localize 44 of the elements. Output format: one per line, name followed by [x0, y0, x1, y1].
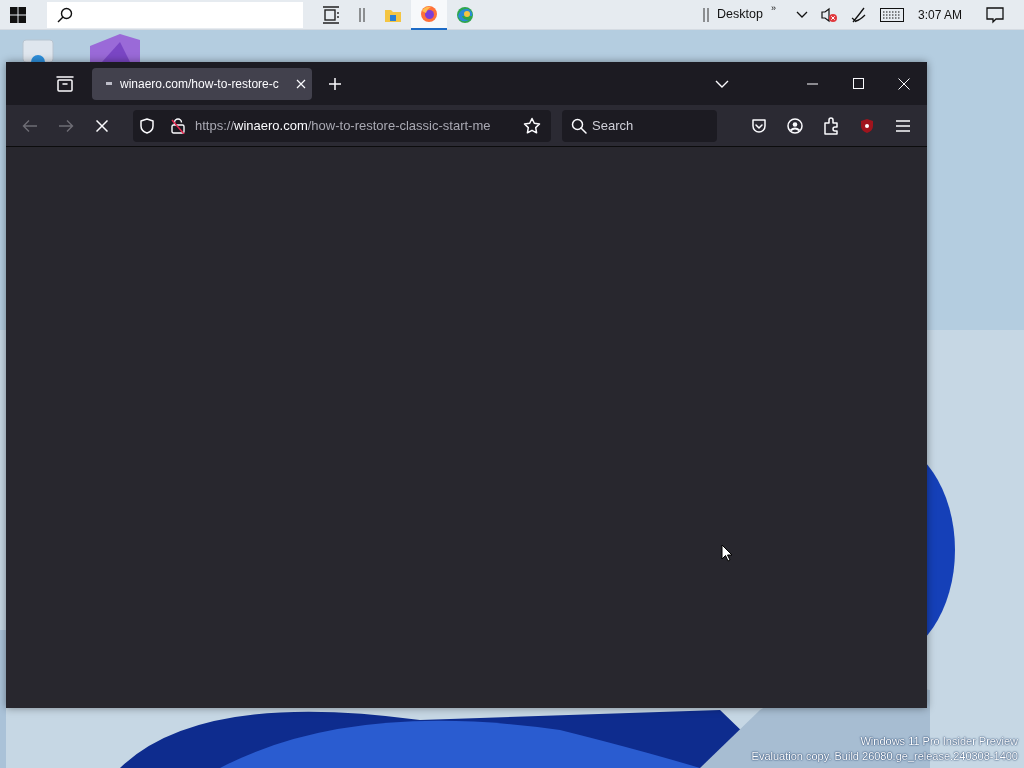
- menu-icon: [895, 119, 911, 132]
- visual-studio-icon[interactable]: [90, 34, 140, 62]
- pen-icon: [849, 5, 868, 24]
- shield-icon[interactable]: [139, 117, 155, 134]
- arrow-right-icon: [58, 118, 74, 133]
- task-view-icon[interactable]: [322, 5, 340, 24]
- tab-title: winaero.com/how-to-restore-c: [120, 75, 280, 93]
- minimize-icon: [806, 82, 818, 85]
- plus-icon: [328, 76, 342, 91]
- windows-logo-icon: [10, 6, 26, 23]
- broken-lock-icon[interactable]: [171, 117, 185, 134]
- toolbar-label[interactable]: Desktop: [717, 5, 763, 24]
- clock-text[interactable]: 3:07 AM: [917, 5, 962, 24]
- keyboard-icon: [879, 7, 904, 22]
- search-field[interactable]: Search: [562, 109, 717, 142]
- toolbar-grip-icon: [703, 7, 710, 22]
- close-icon: [898, 77, 910, 90]
- close-icon[interactable]: [296, 78, 306, 89]
- star-icon: [523, 116, 541, 135]
- pocket-icon: [751, 117, 767, 134]
- puzzle-icon: [823, 116, 839, 135]
- chevron-down-icon: [715, 79, 729, 88]
- speaker-icon: [819, 6, 838, 23]
- address-text: https://winaero.com/how-to-restore-classic-start-me: [195, 116, 492, 135]
- browser-tab[interactable]: winaero.com/how-to-restore-c: [92, 67, 312, 100]
- mouse-cursor-icon: [721, 544, 733, 562]
- arrow-left-icon: [22, 118, 38, 133]
- address-bar[interactable]: https://winaero.com/how-to-restore-classic-start-me: [133, 109, 551, 142]
- recycle-bin-icon[interactable]: [20, 38, 56, 62]
- search-icon: [57, 6, 73, 23]
- toolbar-grip-icon: [359, 7, 365, 22]
- toolbar-overflow-button[interactable]: »: [770, 2, 776, 16]
- shield-badge-icon: [860, 118, 874, 133]
- maximize-icon: [852, 78, 864, 89]
- edge-icon[interactable]: [456, 5, 474, 24]
- search-field[interactable]: [47, 1, 303, 28]
- watermark-text: Evaluation copy. Build 26080.ge_release.240308-1400: [751, 749, 1018, 764]
- chevron-down-icon: [795, 10, 808, 19]
- watermark-text: Windows 11 Pro Insider Preview: [859, 734, 1018, 749]
- taskbar-app-button[interactable]: [411, 0, 447, 30]
- archive-icon: [56, 75, 74, 92]
- chat-bubble-icon: [986, 5, 1004, 24]
- account-icon: [787, 117, 803, 134]
- firefox-icon[interactable]: [420, 4, 438, 23]
